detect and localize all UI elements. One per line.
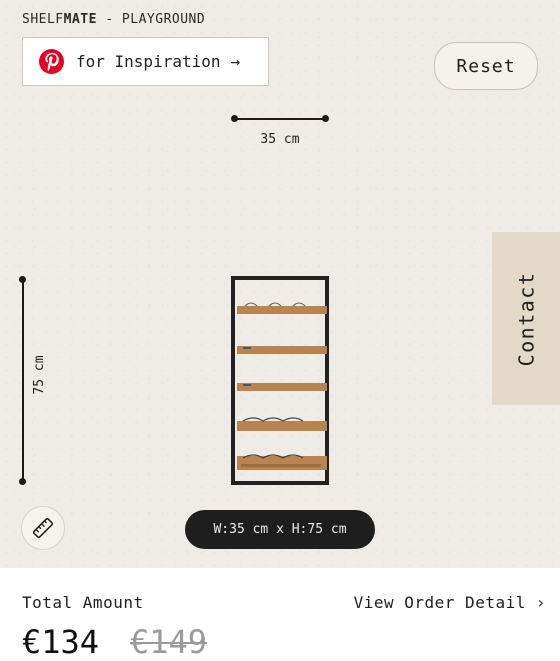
wine-rack-preview[interactable] — [231, 276, 329, 485]
width-dimension-end-dot — [322, 115, 329, 122]
shelf-tier — [237, 383, 327, 391]
chevron-right-icon: › — [535, 593, 546, 612]
total-amount-label: Total Amount — [22, 593, 144, 612]
width-dimension-line — [234, 118, 326, 120]
inspiration-label: for Inspiration — [76, 52, 221, 71]
shelf-tier — [237, 454, 327, 470]
arrow-right-icon: → — [230, 52, 241, 71]
current-price: €134 — [22, 623, 100, 661]
height-dimension-line — [22, 280, 24, 481]
measure-toggle-button[interactable] — [21, 506, 65, 550]
view-order-label: View Order Detail — [353, 593, 526, 612]
pinterest-icon — [39, 49, 64, 74]
reset-button[interactable]: Reset — [434, 42, 538, 90]
shelf-tier — [237, 417, 327, 431]
brand-bold: MATE — [63, 12, 97, 27]
original-price: €149 — [130, 623, 208, 661]
contact-label: Contact — [514, 271, 539, 366]
shelf-tier — [237, 302, 327, 314]
order-footer: Total Amount View Order Detail › €134 €1… — [0, 568, 560, 661]
inspiration-button[interactable]: for Inspiration → — [22, 37, 269, 86]
height-dimension-end-dot — [19, 478, 26, 485]
height-dimension-start-dot — [19, 276, 26, 283]
shelf-tier — [237, 346, 327, 354]
ruler-icon — [32, 517, 54, 539]
brand-title: SHELFMATE - PLAYGROUND — [22, 12, 205, 27]
brand-prefix: SHELF — [22, 12, 64, 27]
view-order-detail-link[interactable]: View Order Detail › — [354, 593, 546, 612]
brand-suffix: - PLAYGROUND — [96, 12, 206, 27]
height-dimension-label: 75 cm — [32, 355, 47, 395]
width-dimension-start-dot — [231, 115, 238, 122]
size-summary-pill: W:35 cm x H:75 cm — [185, 510, 375, 549]
contact-tab[interactable]: Contact — [492, 232, 560, 405]
configurator-canvas: SHELFMATE - PLAYGROUND for Inspiration →… — [0, 0, 560, 568]
width-dimension-label: 35 cm — [260, 132, 300, 147]
